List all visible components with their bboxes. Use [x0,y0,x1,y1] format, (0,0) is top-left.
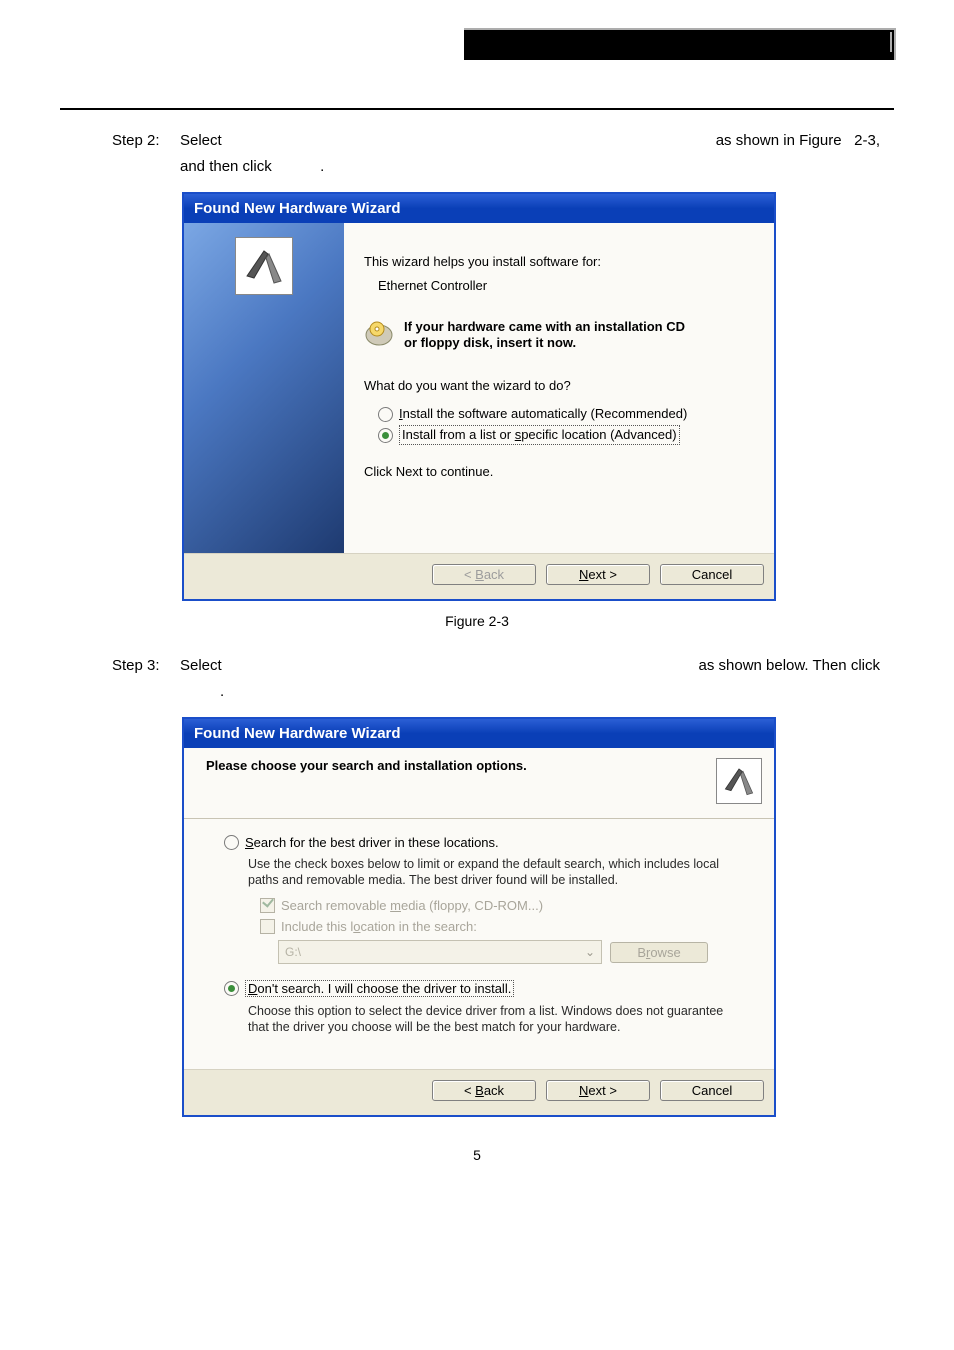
step-2: Step 2: Select as shown in Figure 2-3, a… [112,128,894,180]
dialog2-header: Please choose your search and installati… [184,748,774,819]
dialog1-buttons: < Back Next > Cancel [184,553,774,599]
radio-search-label: Search for the best driver in these loca… [245,835,499,850]
header-underline [60,108,894,110]
radio-search-desc: Use the check boxes below to limit or ex… [248,856,746,888]
radio-dontsearch-desc: Choose this option to select the device … [248,1003,746,1035]
location-path-input[interactable]: G:\ ⌄ [278,940,602,964]
cancel-button[interactable]: Cancel [660,564,764,585]
step-2-dot: . [320,158,324,175]
found-new-hardware-wizard-2: Found New Hardware Wizard Please choose … [182,717,776,1117]
checkbox-removable-label: Search removable media (floppy, CD-ROM..… [281,898,543,913]
cd-text-1: If your hardware came with an installati… [404,319,685,335]
step-2-select: Select [180,128,222,154]
step-2-figref: 2-3, [854,132,880,149]
back-button[interactable]: < Back [432,564,536,585]
radio-search[interactable] [224,835,239,850]
header-black-strip [464,28,896,60]
radio-dontsearch[interactable] [224,981,239,996]
step-3-shown: as shown below. Then click [699,653,881,679]
checkbox-include-label: Include this location in the search: [281,919,477,934]
checkbox-removable-media[interactable] [260,898,275,913]
cancel-button[interactable]: Cancel [660,1080,764,1101]
browse-button[interactable]: Browse [610,942,708,963]
radio-list-label: Install from a list or specific location… [399,425,680,445]
found-new-hardware-wizard-1: Found New Hardware Wizard This wizard he… [182,192,776,601]
cd-hint: If your hardware came with an installati… [364,319,754,351]
checkbox-include-location[interactable] [260,919,275,934]
dialog1-titlebar: Found New Hardware Wizard [184,194,774,223]
step-2-line2a: and then click [180,158,272,175]
step-2-label: Step 2: [112,128,172,154]
dialog2-heading: Please choose your search and installati… [206,758,527,773]
radio-dontsearch-label: Don't search. I will choose the driver t… [245,980,514,997]
wizard-question: What do you want the wizard to do? [364,377,754,395]
dialog2-body: Search for the best driver in these loca… [184,819,774,1069]
dialog1-sidebar [184,223,344,553]
radio-auto-label: Install the software automatically (Reco… [399,405,687,423]
dialog2-buttons: < Back Next > Cancel [184,1069,774,1115]
wizard-icon [235,237,293,295]
cd-text-2: or floppy disk, insert it now. [404,335,685,351]
radio-auto[interactable] [378,407,393,422]
dialog2-titlebar: Found New Hardware Wizard [184,719,774,748]
page-number: 5 [60,1147,894,1163]
dialog1-intro: This wizard helps you install software f… [364,253,754,271]
chevron-down-icon: ⌄ [585,945,595,959]
step-2-shown: as shown in Figure [716,132,842,149]
step-3-label: Step 3: [112,653,172,679]
step-3-dot: . [220,679,894,705]
figure-2-3-caption: Figure 2-3 [60,613,894,629]
dialog1-content: This wizard helps you install software f… [344,223,774,553]
next-button[interactable]: Next > [546,1080,650,1101]
next-button[interactable]: Next > [546,564,650,585]
wizard-icon [716,758,762,804]
location-path-value: G:\ [285,945,301,959]
continue-hint: Click Next to continue. [364,463,754,481]
cd-icon [364,319,394,349]
step-3-select: Select [180,653,222,679]
back-button[interactable]: < Back [432,1080,536,1101]
radio-list[interactable] [378,428,393,443]
step-3: Step 3: Select as shown below. Then clic… [112,653,894,705]
dialog1-device: Ethernet Controller [378,277,754,295]
